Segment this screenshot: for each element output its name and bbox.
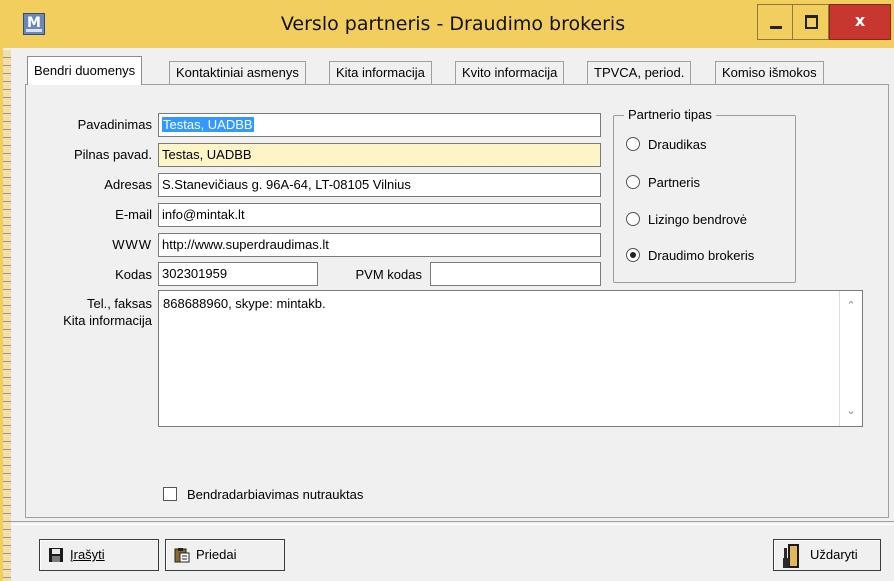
pavadinimas-value: Testas, UADBB: [162, 117, 254, 132]
app-window: M Verslo partneris - Draudimo brokeris x…: [0, 0, 894, 581]
minimize-button[interactable]: [757, 4, 793, 40]
clipboard-icon: [174, 548, 190, 563]
radio-lizingo-bendrove[interactable]: Lizingo bendrovė: [626, 210, 747, 230]
partnerio-tipas-group: Partnerio tipas Draudikas Partneris Lizi…: [613, 107, 796, 283]
button-separator: [11, 521, 894, 525]
close-window-button[interactable]: x: [829, 4, 891, 40]
pavadinimas-field[interactable]: Testas, UADBB: [158, 113, 601, 137]
pilnas-pavad-field[interactable]: Testas, UADBB: [158, 143, 601, 167]
tab-kvito-informacija[interactable]: Kvito informacija: [455, 61, 565, 84]
pilnas-pavad-label: Pilnas pavad.: [73, 147, 152, 162]
attachments-button[interactable]: Priedai: [165, 539, 285, 571]
bendradarbiavimas-checkbox-row[interactable]: Bendradarbiavimas nutrauktas: [163, 486, 363, 504]
tab-kita-informacija[interactable]: Kita informacija: [329, 61, 432, 84]
scroll-down-icon[interactable]: ⌄: [840, 400, 862, 422]
radio-draudikas[interactable]: Draudikas: [626, 135, 707, 155]
tel-faksas-label: Tel., faksas: [86, 296, 152, 311]
www-field[interactable]: http://www.superdraudimas.lt: [158, 233, 601, 257]
title-bar[interactable]: M Verslo partneris - Draudimo brokeris x: [3, 0, 894, 48]
radio-label: Partneris: [648, 175, 701, 190]
adresas-field[interactable]: S.Stanevičiaus g. 96A-64, LT-08105 Vilni…: [158, 173, 601, 197]
window-title: Verslo partneris - Draudimo brokeris: [280, 13, 626, 35]
radio-circle-icon[interactable]: [626, 212, 640, 226]
checkbox-label: Bendradarbiavimas nutrauktas: [187, 487, 364, 502]
close-button-label: Uždaryti: [810, 547, 858, 562]
checkbox-icon[interactable]: [163, 487, 177, 501]
pvm-kodas-field[interactable]: [430, 262, 601, 286]
maximize-button[interactable]: [793, 4, 829, 40]
tab-bendri-duomenys[interactable]: Bendri duomenys: [27, 56, 143, 85]
pvm-kodas-label: PVM kodas: [355, 267, 422, 282]
radio-circle-icon[interactable]: [626, 175, 640, 189]
radio-selected-icon[interactable]: [626, 248, 640, 262]
email-label: E-mail: [115, 207, 152, 222]
radio-label: Draudikas: [648, 137, 707, 152]
floppy-disk-icon: [49, 548, 63, 562]
window-edge-decoration: [3, 50, 11, 581]
save-button-label: Įrašyti: [70, 547, 105, 562]
exit-door-icon: [783, 544, 799, 568]
radio-label: Lizingo bendrovė: [648, 212, 748, 227]
kodas-label: Kodas: [115, 267, 152, 282]
tab-tpvca-period[interactable]: TPVCA, period.: [587, 61, 692, 84]
pavadinimas-label: Pavadinimas: [77, 117, 152, 132]
kita-informacija-memo[interactable]: 868688960, skype: mintakb. ⌃ ⌄: [158, 290, 863, 427]
close-button[interactable]: Uždaryti: [773, 539, 881, 571]
app-icon[interactable]: M: [23, 13, 45, 35]
kodas-field[interactable]: 302301959: [158, 262, 318, 286]
save-button[interactable]: Įrašyti: [39, 539, 159, 571]
tab-kontaktiniai-asmenys[interactable]: Kontaktiniai asmenys: [169, 61, 306, 84]
radio-circle-icon[interactable]: [626, 137, 640, 151]
memo-text: 868688960, skype: mintakb.: [163, 296, 326, 311]
email-field[interactable]: info@mintak.lt: [158, 203, 601, 227]
www-label: WWW: [112, 237, 152, 252]
memo-scrollbar[interactable]: ⌃ ⌄: [839, 291, 862, 426]
tab-komiso-ismokos[interactable]: Komiso išmokos: [715, 61, 824, 84]
attachments-button-label: Priedai: [196, 547, 237, 562]
radio-draudimo-brokeris[interactable]: Draudimo brokeris: [626, 246, 754, 266]
radio-partneris[interactable]: Partneris: [626, 173, 700, 193]
radio-label: Draudimo brokeris: [648, 248, 755, 263]
adresas-label: Adresas: [104, 177, 152, 192]
partnerio-tipas-legend: Partnerio tipas: [624, 107, 716, 122]
scroll-up-icon[interactable]: ⌃: [840, 295, 862, 317]
kita-informacija-label: Kita informacija: [63, 313, 152, 328]
